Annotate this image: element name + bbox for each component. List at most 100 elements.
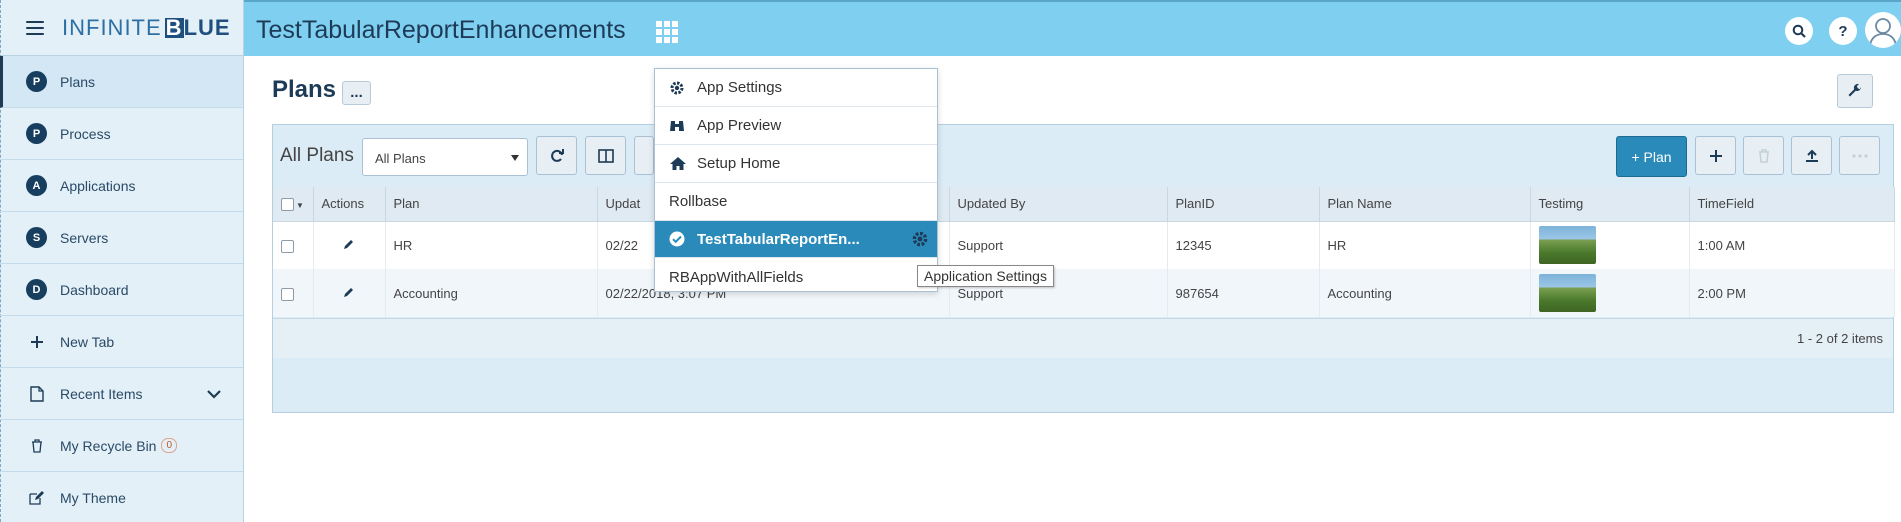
edit-action[interactable] — [313, 221, 386, 269]
select-all-header[interactable]: ▼ — [273, 187, 314, 222]
more-actions-button[interactable] — [1839, 136, 1880, 175]
add-plan-button[interactable]: + Plan — [1616, 136, 1687, 177]
plus-icon — [1709, 149, 1722, 162]
column-header-plan[interactable]: Plan — [385, 187, 598, 222]
view-label: All Plans — [280, 145, 354, 166]
sidebar-item-plans[interactable]: P Plans — [0, 56, 243, 108]
trash-icon — [1758, 148, 1769, 163]
table-row[interactable]: Accounting 02/22/2018, 3:07 PM Support 9… — [273, 269, 1895, 317]
add-button[interactable] — [1695, 136, 1736, 175]
column-header-updated-by[interactable]: Updated By — [949, 187, 1168, 222]
sidebar-item-applications[interactable]: A Applications — [0, 160, 243, 212]
sidebar-item-new-tab[interactable]: New Tab — [0, 316, 243, 368]
sidebar-item-label: Servers — [60, 229, 109, 246]
edit-action[interactable] — [313, 269, 386, 317]
grid-toolbar: All Plans All Plans + Plan — [273, 125, 1893, 187]
logo[interactable]: INFINITE B LUE — [62, 15, 231, 41]
check-circle-icon — [669, 231, 691, 247]
user-icon — [1869, 18, 1897, 47]
search-button[interactable] — [1785, 17, 1813, 45]
servers-badge: S — [26, 227, 47, 248]
caret-down-icon[interactable]: ▼ — [296, 201, 304, 210]
pencil-icon — [344, 287, 353, 297]
menu-item-rollbase[interactable]: Rollbase — [655, 183, 937, 221]
columns-icon — [597, 148, 614, 163]
column-header-actions[interactable]: Actions — [313, 187, 386, 222]
sidebar-item-label: My Theme — [60, 489, 126, 506]
caret-down-icon — [511, 155, 519, 161]
logo-text-part2: LUE — [183, 14, 231, 40]
wrench-icon — [1848, 83, 1861, 97]
top-bar: TestTabularReportEnhancements ? — [244, 0, 1901, 56]
grid-footer: 1 - 2 of 2 items — [273, 318, 1893, 358]
menu-item-label: App Settings — [697, 79, 783, 96]
menu-item-rbapp[interactable]: RBAppWithAllFields — [655, 258, 937, 296]
page-title: Plans — [272, 76, 337, 103]
binoculars-icon — [669, 119, 691, 133]
chevron-down-icon[interactable] — [207, 386, 221, 402]
menu-item-label: Setup Home — [697, 155, 781, 172]
sidebar-item-servers[interactable]: S Servers — [0, 212, 243, 264]
sidebar-item-my-theme[interactable]: My Theme — [0, 472, 243, 522]
application-settings-tooltip: Application Settings — [917, 265, 1054, 287]
menu-item-label: Rollbase — [669, 193, 728, 210]
table-row[interactable]: HR 02/22 Support 12345 HR 1:00 AM — [273, 221, 1895, 269]
edit-icon — [26, 490, 47, 505]
landscape-thumbnail[interactable] — [1538, 226, 1596, 265]
export-button[interactable] — [1791, 136, 1832, 175]
sidebar-item-recent-items[interactable]: Recent Items — [0, 368, 243, 420]
column-header-testimg[interactable]: Testimg — [1530, 187, 1690, 222]
menu-item-setup-home[interactable]: Setup Home — [655, 145, 937, 183]
cell-plan-id: 987654 — [1167, 269, 1320, 317]
column-header-plan-id[interactable]: PlanID — [1167, 187, 1320, 222]
menu-item-label: RBAppWithAllFields — [669, 268, 804, 286]
columns-button[interactable] — [585, 136, 626, 175]
refresh-button[interactable] — [536, 136, 577, 175]
sidebar-item-recycle-bin[interactable]: My Recycle Bin 0 — [0, 420, 243, 472]
app-switcher-grid-icon[interactable] — [656, 21, 678, 43]
help-button[interactable]: ? — [1829, 17, 1857, 45]
customize-button[interactable] — [1837, 74, 1873, 108]
hamburger-menu-icon[interactable] — [26, 20, 44, 35]
page-more-button[interactable]: ... — [342, 81, 371, 105]
sidebar-item-label: Process — [60, 125, 111, 142]
search-icon — [1792, 24, 1806, 38]
document-icon — [26, 385, 47, 402]
cell-timefield: 2:00 PM — [1689, 269, 1895, 317]
sidebar-item-label: New Tab — [60, 333, 115, 350]
logo-box: B — [164, 14, 184, 40]
delete-button[interactable] — [1743, 136, 1784, 175]
cell-plan: HR — [385, 221, 598, 269]
filter-button[interactable] — [634, 136, 654, 175]
menu-item-app-settings[interactable]: App Settings — [655, 69, 937, 107]
cell-plan-name: Accounting — [1319, 269, 1531, 317]
plans-table: ▼ Actions Plan Updat Updated By PlanID P… — [273, 187, 1895, 317]
pager-info: 1 - 2 of 2 items — [1797, 331, 1883, 346]
row-checkbox[interactable] — [281, 239, 294, 253]
user-avatar[interactable] — [1865, 12, 1901, 48]
app-title: TestTabularReportEnhancements — [256, 16, 626, 44]
table-header-row: ▼ Actions Plan Updat Updated By PlanID P… — [273, 187, 1895, 222]
row-checkbox[interactable] — [281, 287, 294, 301]
menu-item-app-preview[interactable]: App Preview — [655, 107, 937, 145]
landscape-thumbnail[interactable] — [1538, 274, 1596, 312]
column-header-timefield[interactable]: TimeField — [1689, 187, 1895, 222]
cell-plan-name: HR — [1319, 221, 1531, 269]
sidebar-item-dashboard[interactable]: D Dashboard — [0, 264, 243, 316]
plans-badge: P — [26, 71, 47, 92]
menu-item-current-app[interactable]: TestTabularReportEn... — [655, 221, 937, 258]
view-select[interactable]: All Plans — [362, 138, 528, 176]
plus-icon — [26, 335, 47, 348]
sidebar-item-process[interactable]: P Process — [0, 108, 243, 160]
upload-icon — [1805, 149, 1818, 162]
pencil-icon — [344, 239, 353, 249]
app-switcher-menu: App Settings App Preview Setup Home Roll… — [654, 68, 938, 292]
select-all-checkbox[interactable] — [281, 198, 294, 212]
column-header-plan-name[interactable]: Plan Name — [1319, 187, 1531, 222]
sidebar-item-label: Plans — [60, 73, 96, 90]
sidebar-item-label: Dashboard — [60, 281, 129, 298]
trash-icon — [26, 438, 47, 453]
gear-icon[interactable] — [911, 230, 929, 252]
menu-item-label: App Preview — [697, 117, 782, 134]
main-content: Plans ... All Plans All Plans + Plan ▼ A… — [244, 56, 1901, 522]
